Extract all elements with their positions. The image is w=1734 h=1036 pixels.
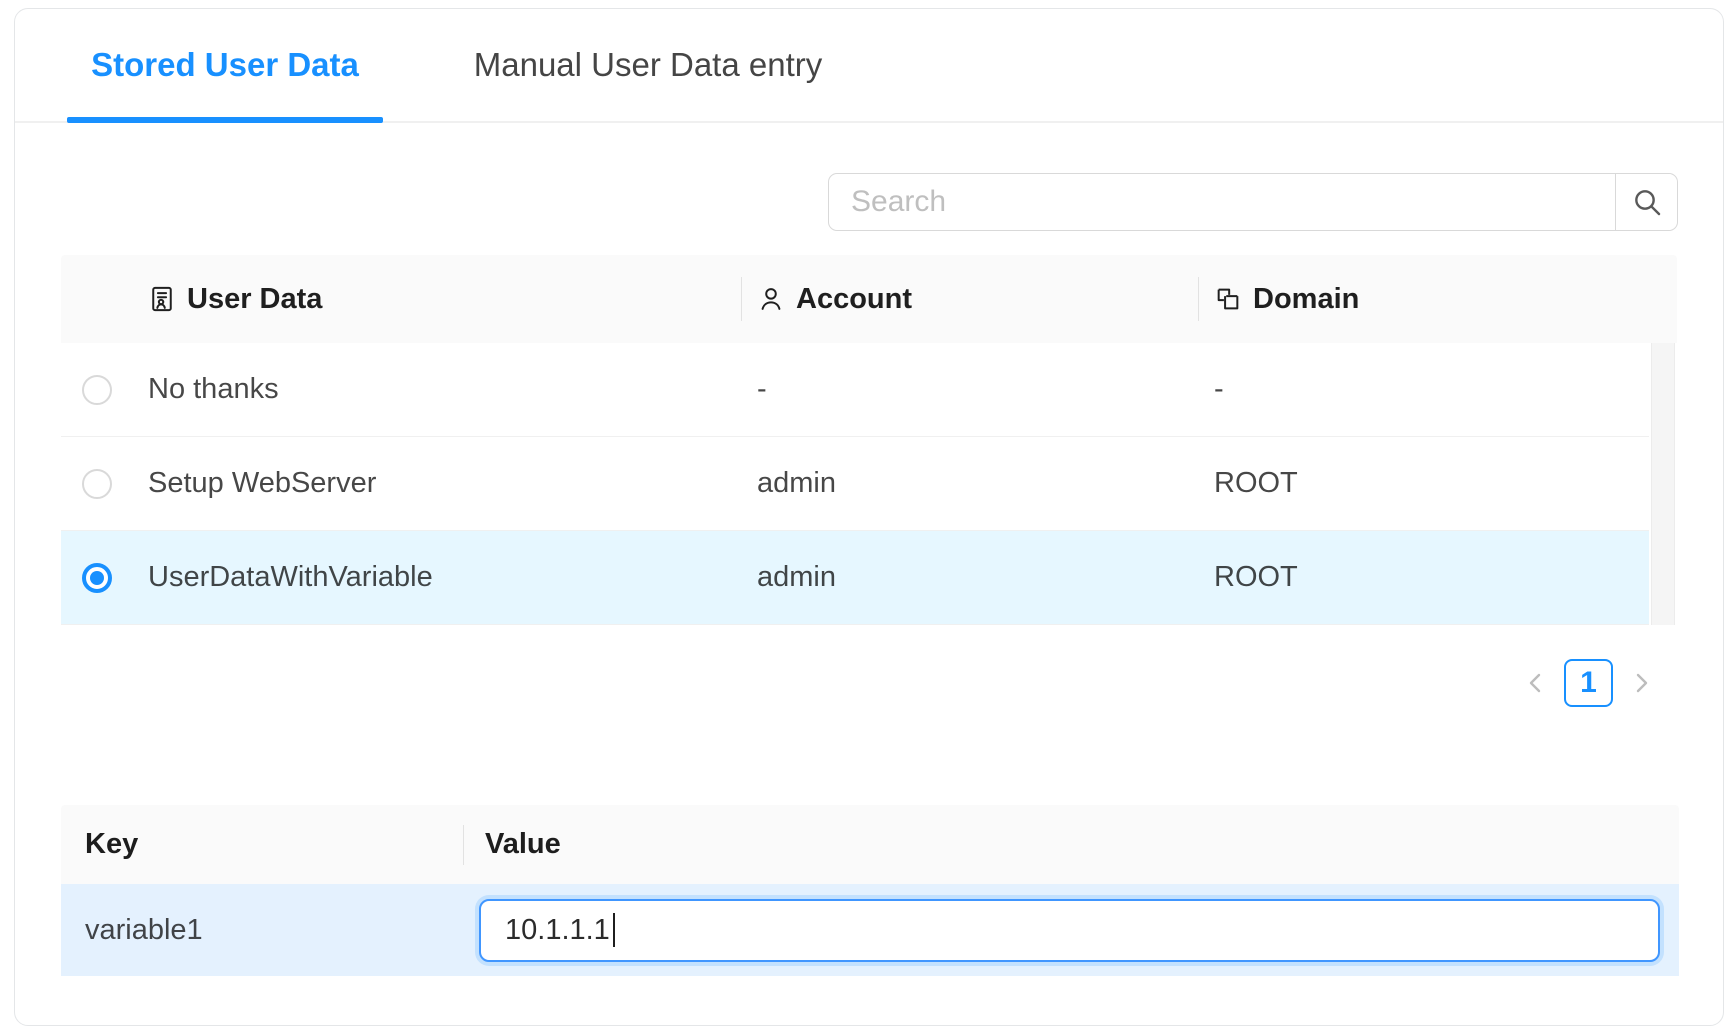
column-header-account: Account	[741, 255, 1198, 343]
cell-account: admin	[741, 561, 1198, 594]
column-label: Value	[485, 828, 561, 861]
column-label: User Data	[187, 283, 322, 316]
block-icon	[1214, 285, 1242, 313]
radio-unchecked-icon[interactable]	[82, 469, 112, 499]
table-row-userdatawithvariable[interactable]: UserDataWithVariable admin ROOT	[61, 531, 1649, 625]
tab-stored-user-data[interactable]: Stored User Data	[67, 9, 383, 121]
cell-user-data: Setup WebServer	[132, 467, 741, 500]
cell-account: admin	[741, 467, 1198, 500]
stored-user-data-table: User Data Account Domain	[61, 255, 1677, 625]
pagination: 1	[1523, 659, 1654, 707]
chevron-right-icon	[1629, 671, 1653, 695]
tab-manual-user-data-entry[interactable]: Manual User Data entry	[428, 9, 868, 121]
table-body: No thanks - - Setup WebServer admin ROOT	[61, 343, 1677, 625]
table-row-setup-webserver[interactable]: Setup WebServer admin ROOT	[61, 437, 1649, 531]
column-header-key: Key	[61, 805, 463, 884]
column-label: Domain	[1253, 283, 1359, 316]
table-row-no-thanks[interactable]: No thanks - -	[61, 343, 1649, 437]
user-data-panel: Stored User Data Manual User Data entry	[14, 8, 1724, 1026]
cell-value: 10.1.1.1	[463, 899, 1679, 962]
row-selector[interactable]	[61, 563, 132, 593]
variables-table: Key Value variable1 10.1.1.1	[61, 805, 1679, 976]
value-input[interactable]: 10.1.1.1	[479, 899, 1660, 962]
column-header-value: Value	[463, 805, 1679, 884]
tab-label: Manual User Data entry	[474, 46, 822, 84]
cell-domain: ROOT	[1198, 561, 1649, 594]
row-selector[interactable]	[61, 469, 132, 499]
cell-user-data: No thanks	[132, 373, 741, 406]
search-button[interactable]	[1615, 174, 1677, 230]
value-text: 10.1.1.1	[505, 914, 610, 947]
pagination-prev-button[interactable]	[1523, 659, 1549, 707]
solution-icon	[148, 285, 176, 313]
row-selector[interactable]	[61, 375, 132, 405]
search-input[interactable]	[829, 174, 1615, 230]
search-box	[828, 173, 1678, 231]
selection-column-header	[61, 255, 132, 343]
chevron-left-icon	[1524, 671, 1548, 695]
table-scrollbar[interactable]	[1651, 343, 1675, 625]
kv-header-row: Key Value	[61, 805, 1679, 884]
column-header-domain: Domain	[1198, 255, 1677, 343]
page-number: 1	[1580, 666, 1597, 700]
tab-label: Stored User Data	[91, 46, 359, 84]
tab-bar: Stored User Data Manual User Data entry	[15, 9, 1723, 123]
pagination-next-button[interactable]	[1628, 659, 1654, 707]
cell-account: -	[741, 373, 1198, 406]
radio-checked-icon[interactable]	[82, 563, 112, 593]
column-header-user-data: User Data	[132, 255, 741, 343]
cell-domain: -	[1198, 373, 1649, 406]
cell-domain: ROOT	[1198, 467, 1649, 500]
cell-key: variable1	[61, 914, 463, 947]
pagination-page-1[interactable]: 1	[1564, 659, 1613, 707]
user-icon	[757, 285, 785, 313]
kv-row-variable1: variable1 10.1.1.1	[61, 884, 1679, 976]
table-header-row: User Data Account Domain	[61, 255, 1677, 343]
search-icon	[1631, 186, 1663, 218]
cell-user-data: UserDataWithVariable	[132, 561, 741, 594]
radio-unchecked-icon[interactable]	[82, 375, 112, 405]
active-tab-indicator	[67, 117, 383, 123]
column-label: Account	[796, 283, 912, 316]
text-cursor	[613, 913, 615, 947]
